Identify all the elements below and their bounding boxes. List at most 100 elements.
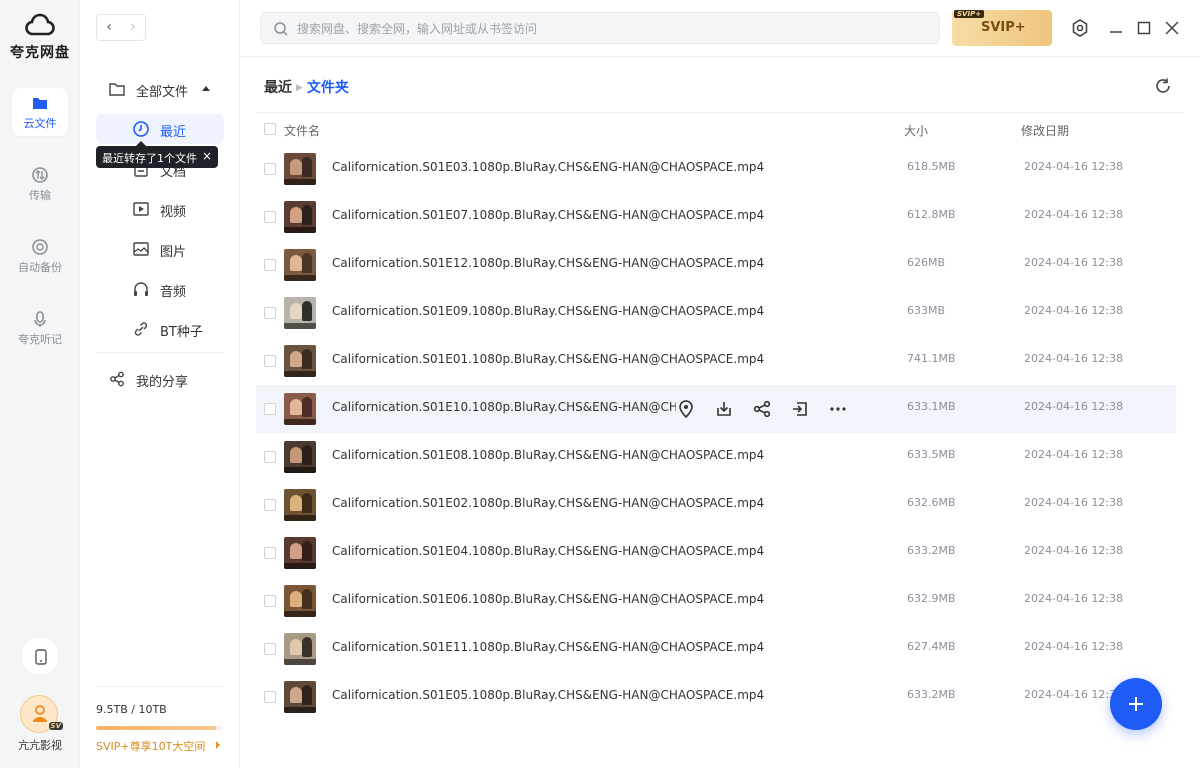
table-row[interactable]: Californication.S01E02.1080p.BluRay.CHS&…	[256, 481, 1176, 529]
file-name[interactable]: Californication.S01E07.1080p.BluRay.CHS&…	[332, 208, 764, 222]
row-checkbox[interactable]	[264, 259, 276, 271]
row-checkbox[interactable]	[264, 307, 276, 319]
close-icon[interactable]: ×	[202, 149, 212, 163]
rail-item-label: 传输	[29, 189, 51, 202]
file-size: 627.4MB	[907, 640, 956, 653]
row-checkbox[interactable]	[264, 643, 276, 655]
row-checkbox[interactable]	[264, 499, 276, 511]
table-row[interactable]: Californication.S01E06.1080p.BluRay.CHS&…	[256, 577, 1176, 625]
sidebar-item-my-share[interactable]: 我的分享	[96, 364, 224, 394]
download-icon[interactable]	[714, 399, 734, 419]
file-name[interactable]: Californication.S01E12.1080p.BluRay.CHS&…	[332, 256, 764, 270]
file-name[interactable]: Californication.S01E05.1080p.BluRay.CHS&…	[332, 688, 764, 702]
rail-item-label: 自动备份	[18, 261, 62, 274]
sidebar-item-all-files[interactable]: 全部文件	[96, 74, 224, 104]
share-icon[interactable]	[752, 399, 772, 419]
file-name[interactable]: Californication.S01E02.1080p.BluRay.CHS&…	[332, 496, 764, 510]
file-name[interactable]: Californication.S01E09.1080p.BluRay.CHS&…	[332, 304, 764, 318]
link-icon	[134, 322, 148, 336]
avatar[interactable]: SV	[20, 695, 63, 733]
forward-arrow-icon[interactable]: ›	[123, 19, 143, 36]
row-checkbox[interactable]	[264, 547, 276, 559]
table-row[interactable]: Californication.S01E03.1080p.BluRay.CHS&…	[256, 145, 1176, 193]
thumbnail-figure	[290, 255, 302, 271]
file-name[interactable]: Californication.S01E11.1080p.BluRay.CHS&…	[332, 640, 764, 654]
row-checkbox[interactable]	[264, 403, 276, 415]
settings-icon[interactable]	[1070, 18, 1090, 38]
rail-item-backup[interactable]: 自动备份	[12, 232, 68, 280]
phone-icon	[35, 649, 47, 665]
column-header-date[interactable]: 修改日期	[1021, 122, 1069, 139]
file-size: 618.5MB	[907, 160, 956, 173]
column-header-name[interactable]: 文件名	[284, 122, 320, 139]
storage-total: 10TB	[138, 703, 167, 716]
video-thumbnail	[284, 201, 316, 233]
rail-item-voice-notes[interactable]: 夸克听记	[12, 304, 68, 352]
table-row[interactable]: Californication.S01E05.1080p.BluRay.CHS&…	[256, 673, 1176, 721]
video-thumbnail	[284, 537, 316, 569]
breadcrumb-current[interactable]: 文件夹	[307, 80, 349, 96]
select-all-checkbox[interactable]	[264, 123, 276, 135]
rail-item-cloud-files[interactable]: 云文件	[12, 88, 68, 136]
storage-progress-bar	[96, 726, 222, 730]
file-date: 2024-04-16 12:38	[1024, 160, 1124, 173]
table-row[interactable]: Californication.S01E01.1080p.BluRay.CHS&…	[256, 337, 1176, 385]
rail-item-transfer[interactable]: 传输	[12, 160, 68, 208]
svip-promo-link[interactable]: SVIP+尊享10T大空间	[96, 738, 226, 754]
sidebar-item-bt-torrents[interactable]: BT种子	[96, 314, 224, 344]
row-checkbox[interactable]	[264, 211, 276, 223]
file-name[interactable]: Californication.S01E08.1080p.BluRay.CHS&…	[332, 448, 764, 462]
row-checkbox[interactable]	[264, 355, 276, 367]
move-icon[interactable]	[790, 399, 810, 419]
file-date: 2024-04-16 12:38	[1024, 688, 1124, 701]
app-name: 夸克网盘	[10, 45, 70, 61]
backup-icon	[32, 239, 48, 255]
table-row[interactable]: Californication.S01E04.1080p.BluRay.CHS&…	[256, 529, 1176, 577]
collapse-caret-icon[interactable]	[202, 86, 210, 91]
row-checkbox[interactable]	[264, 691, 276, 703]
table-row[interactable]: Californication.S01E10.1080p.BluRay.CHS&…	[256, 385, 1176, 433]
table-row[interactable]: Californication.S01E09.1080p.BluRay.CHS&…	[256, 289, 1176, 337]
sidebar-item-videos[interactable]: 视频	[96, 194, 224, 224]
breadcrumb-item[interactable]: 最近	[264, 80, 292, 96]
share-icon	[110, 371, 124, 387]
sidebar-item-images[interactable]: 图片	[96, 234, 224, 264]
thumbnail-subtitle-bar	[284, 563, 316, 569]
maximize-icon[interactable]	[1134, 18, 1154, 38]
sidebar-item-audio[interactable]: 音频	[96, 274, 224, 304]
svip-upgrade-button[interactable]: SVIP+ SVIP+	[952, 10, 1052, 46]
file-size: 633.1MB	[907, 400, 956, 413]
sidebar-divider	[96, 352, 224, 353]
table-row[interactable]: Californication.S01E08.1080p.BluRay.CHS&…	[256, 433, 1176, 481]
file-name[interactable]: Californication.S01E03.1080p.BluRay.CHS&…	[332, 160, 764, 174]
file-name[interactable]: Californication.S01E01.1080p.BluRay.CHS&…	[332, 352, 764, 366]
search-input[interactable]	[297, 19, 897, 39]
storage-used: 9.5TB	[96, 703, 128, 716]
sidebar-item-recent[interactable]: 最近	[96, 114, 224, 144]
headphones-icon	[134, 282, 148, 296]
row-checkbox[interactable]	[264, 163, 276, 175]
thumbnail-subtitle-bar	[284, 371, 316, 377]
back-arrow-icon[interactable]: ‹	[99, 19, 119, 36]
add-button[interactable]	[1110, 678, 1162, 730]
table-row[interactable]: Californication.S01E07.1080p.BluRay.CHS&…	[256, 193, 1176, 241]
locate-icon[interactable]	[676, 399, 696, 419]
search-box[interactable]	[260, 12, 940, 44]
thumbnail-figure	[302, 253, 312, 273]
row-checkbox[interactable]	[264, 451, 276, 463]
minimize-icon[interactable]	[1106, 18, 1126, 38]
row-checkbox[interactable]	[264, 595, 276, 607]
column-header-size[interactable]: 大小	[904, 122, 928, 139]
more-icon[interactable]	[828, 399, 848, 419]
file-name[interactable]: Californication.S01E06.1080p.BluRay.CHS&…	[332, 592, 764, 606]
storage-usage: 9.5TB / 10TB	[96, 703, 224, 716]
thumbnail-figure	[302, 541, 312, 561]
refresh-icon[interactable]	[1154, 77, 1172, 95]
file-name[interactable]: Californication.S01E04.1080p.BluRay.CHS&…	[332, 544, 764, 558]
plus-icon-stroke	[1135, 697, 1137, 711]
table-row[interactable]: Californication.S01E11.1080p.BluRay.CHS&…	[256, 625, 1176, 673]
close-window-icon[interactable]	[1162, 18, 1182, 38]
row-action-bar	[676, 397, 866, 421]
mobile-app-button[interactable]	[20, 636, 60, 676]
table-row[interactable]: Californication.S01E12.1080p.BluRay.CHS&…	[256, 241, 1176, 289]
